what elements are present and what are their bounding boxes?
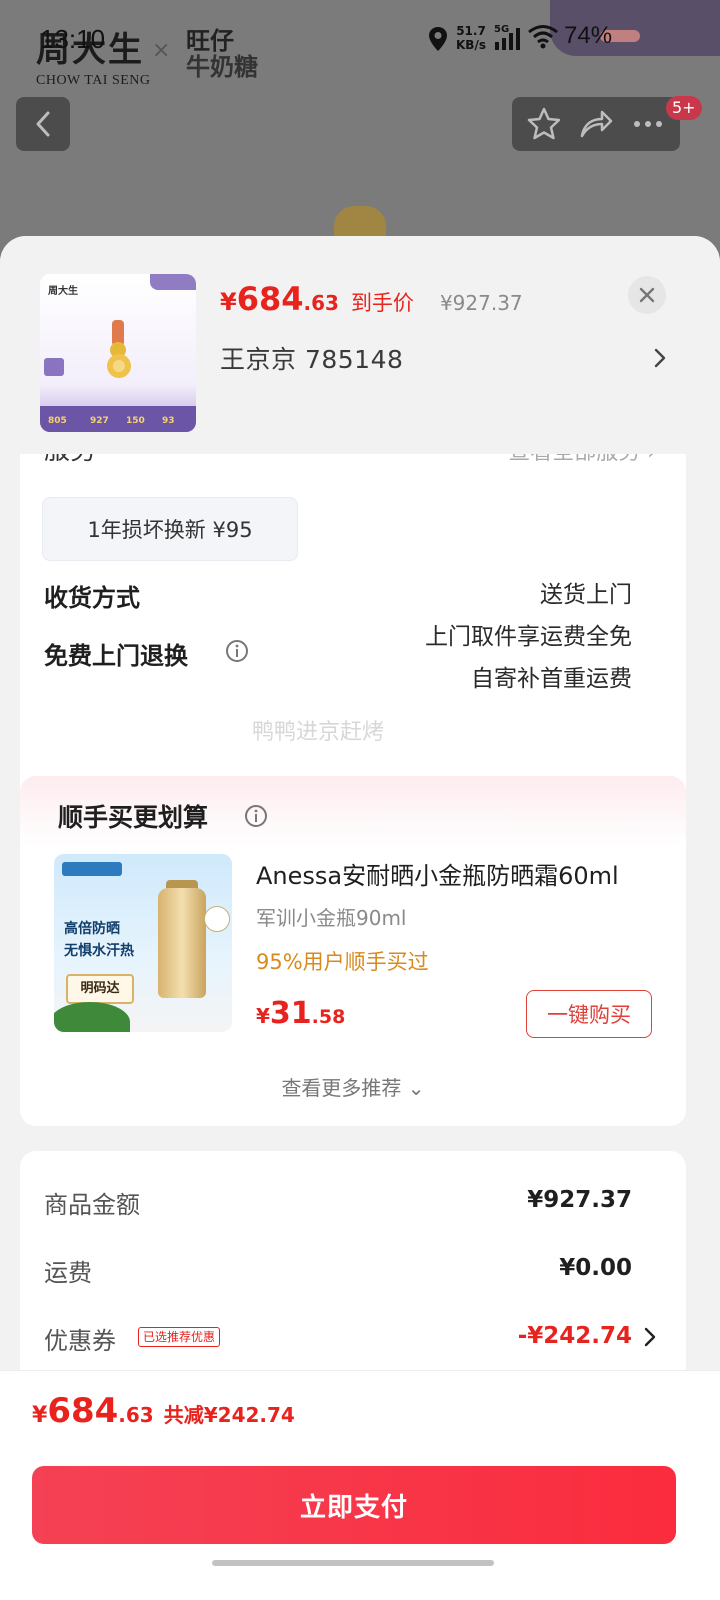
see-more-recommendations[interactable]: 查看更多推荐 ⌄ xyxy=(20,1072,686,1101)
thumb-brand-logo: 周大生 xyxy=(48,286,78,297)
top-action-group xyxy=(512,97,680,151)
one-click-buy-button[interactable]: 一键购买 xyxy=(526,990,652,1038)
recommend-product-image[interactable]: 高倍防晒 无惧水汗热 明码达 xyxy=(54,854,232,1032)
gift-icon xyxy=(44,358,64,376)
sunscreen-bottle-icon xyxy=(158,888,206,998)
network-type: 5G xyxy=(494,24,510,35)
thumb-value: 150 xyxy=(126,416,145,426)
close-button[interactable] xyxy=(628,276,666,314)
recommend-buy-rate: 95%用户顺手买过 xyxy=(256,950,429,974)
free-return-label: 免费上门退换 xyxy=(44,642,188,670)
info-icon[interactable] xyxy=(225,639,249,663)
total-saved: 共减¥242.74 xyxy=(163,1403,295,1427)
price-integer: 31 xyxy=(269,996,312,1031)
status-bar: 13:10 51.7 KB/s 5G 74% xyxy=(0,18,720,58)
view-all-services-link[interactable]: 查看全部服务 › xyxy=(508,454,656,466)
new-version-seal xyxy=(204,906,230,932)
more-options-icon[interactable] xyxy=(630,106,666,142)
info-icon[interactable] xyxy=(244,804,268,828)
goods-amount-value: ¥927.37 xyxy=(527,1187,632,1213)
footer-total-bar: ¥ 684 .63 共减¥242.74 xyxy=(0,1370,720,1458)
share-icon[interactable] xyxy=(578,106,614,142)
cellular-signal-icon: 5G xyxy=(493,24,523,56)
product-thumbnail[interactable]: 周大生 805 927 150 93 xyxy=(40,274,196,432)
favorite-star-icon[interactable] xyxy=(526,106,562,142)
thumb-price-bar: 805 927 150 93 xyxy=(40,406,196,432)
net-speed: 51.7 KB/s xyxy=(456,24,486,52)
status-time: 13:10 xyxy=(40,24,106,54)
gold-charm-icon xyxy=(107,320,131,378)
image-brand-strip xyxy=(62,862,122,876)
thumb-value: 93 xyxy=(162,416,175,426)
recommend-product-name[interactable]: Anessa安耐晒小金瓶防晒霜60ml xyxy=(256,856,656,891)
close-icon xyxy=(639,287,655,303)
original-price: ¥927.37 xyxy=(439,291,523,315)
image-badge: 明码达 xyxy=(66,974,134,1004)
battery-level: 74% xyxy=(564,22,613,49)
chevron-right-icon[interactable] xyxy=(644,1327,656,1347)
coupon-label: 优惠券 xyxy=(44,1327,116,1355)
price-integer: 684 xyxy=(47,1391,119,1431)
free-return-line2: 自寄补首重运费 xyxy=(471,666,632,692)
price-integer: 684 xyxy=(236,280,304,318)
shipping-value: ¥0.00 xyxy=(559,1255,632,1281)
recommend-card: 顺手买更划算 高倍防晒 无惧水汗热 明码达 Anessa安耐晒小金瓶防晒霜60m… xyxy=(20,776,686,1126)
sheet-header: 周大生 805 927 150 93 ¥ 684 .63 到手价 ¥927.37 xyxy=(0,236,720,454)
coupon-discount-value[interactable]: -¥242.74 xyxy=(518,1323,632,1349)
address-row[interactable]: 王京京 785148 xyxy=(220,340,666,376)
price-decimal: .63 xyxy=(118,1403,154,1427)
watermark-text: 鸭鸭进京赶烤 xyxy=(252,720,385,745)
recommend-title: 顺手买更划算 xyxy=(58,803,209,832)
thumb-value: 927 xyxy=(90,416,109,426)
home-indicator[interactable] xyxy=(212,1560,494,1566)
goods-amount-label: 商品金额 xyxy=(44,1191,140,1219)
free-return-line1: 上门取件享运费全免 xyxy=(425,624,632,650)
final-price-row: ¥ 684 .63 到手价 ¥927.37 xyxy=(220,280,523,320)
price-symbol: ¥ xyxy=(256,1004,270,1028)
recommend-product-spec: 军训小金瓶90ml xyxy=(256,906,407,930)
chevron-right-icon xyxy=(654,348,666,368)
background-page: 周大生 CHOW TAI SENG × 旺仔 牛奶糖 13:10 51.7 KB… xyxy=(0,0,720,260)
recommend-price: ¥ 31 .58 xyxy=(256,996,345,1031)
delivery-method-label: 收货方式 xyxy=(44,584,140,612)
price-decimal: .58 xyxy=(311,1006,346,1028)
chevron-left-icon xyxy=(36,111,50,137)
price-label: 到手价 xyxy=(350,291,414,315)
price-decimal: .63 xyxy=(303,291,339,315)
address-text: 王京京 785148 xyxy=(220,345,404,374)
pay-now-button[interactable]: 立即支付 xyxy=(32,1466,676,1544)
free-return-value: 上门取件享运费全免 自寄补首重运费 xyxy=(425,616,632,700)
thumb-value: 805 xyxy=(48,416,67,426)
brand-name-en: CHOW TAI SENG xyxy=(36,73,151,88)
wifi-icon xyxy=(528,25,558,49)
message-count-badge: 5+ xyxy=(666,96,702,120)
leaf-decoration xyxy=(54,1002,130,1032)
net-speed-unit: KB/s xyxy=(456,38,486,52)
location-icon xyxy=(429,27,447,51)
footer-total-price: ¥ 684 .63 共减¥242.74 xyxy=(32,1391,295,1431)
back-button[interactable] xyxy=(16,97,70,151)
price-symbol: ¥ xyxy=(32,1403,48,1428)
image-slogan: 高倍防晒 无惧水汗热 xyxy=(64,921,134,959)
shipping-label: 运费 xyxy=(44,1259,92,1287)
service-option-chip[interactable]: 1年损坏换新 ¥95 xyxy=(42,497,298,561)
coupon-tag: 已选推荐优惠 xyxy=(138,1327,221,1347)
price-symbol: ¥ xyxy=(220,288,237,316)
footer-pay-area: 立即支付 xyxy=(0,1458,720,1600)
thumb-tag xyxy=(150,274,196,290)
service-section-title: 服务 xyxy=(44,454,96,467)
delivery-method-value[interactable]: 送货上门 xyxy=(540,574,632,616)
net-speed-value: 51.7 xyxy=(456,24,486,38)
